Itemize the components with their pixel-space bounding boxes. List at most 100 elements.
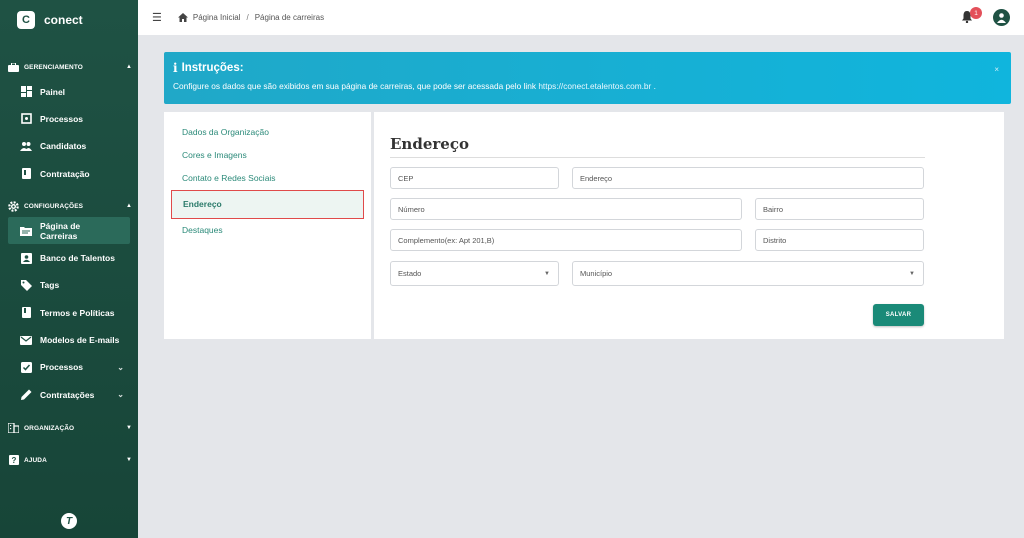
dashboard-icon (20, 86, 32, 98)
chevron-up-icon: ▲ (125, 64, 132, 70)
sidebar-item-label: Painel (40, 86, 66, 97)
process-icon (20, 113, 32, 125)
bairro-field[interactable]: Bairro (755, 198, 924, 220)
sidebar-item-banco-talentos[interactable]: Banco de Talentos (0, 244, 138, 271)
sidebar-item-contratacao[interactable]: Contratação (0, 160, 138, 187)
chevron-down-icon: ⌄ (117, 390, 124, 400)
section-gerenciamento[interactable]: GERENCIAMENTO ▲ (0, 59, 138, 75)
numero-placeholder: Número (398, 204, 425, 214)
menu-item-contato-redes[interactable]: Contato e Redes Sociais (164, 167, 371, 190)
menu-icon[interactable]: ☰ (152, 11, 162, 24)
sidebar-item-label: Contratação (40, 168, 90, 179)
briefcase-icon (8, 62, 19, 72)
cep-placeholder: CEP (398, 173, 414, 183)
sidebar: C conect GERENCIAMENTO ▲ Painel Processo… (0, 0, 138, 538)
form-title: Endereço (390, 135, 469, 153)
address-form: Endereço CEP Endereço Número Bairro Comp… (374, 112, 1004, 339)
section-configuracoes[interactable]: CONFIGURAÇÕES ▲ (0, 198, 138, 214)
chevron-down-icon: ▼ (125, 425, 132, 432)
chevron-down-icon: ▼ (125, 457, 132, 464)
sidebar-item-modelos-emails[interactable]: Modelos de E-mails (0, 326, 138, 353)
checkbox-icon (20, 361, 32, 373)
sidebar-item-label: Termos e Políticas (40, 307, 115, 318)
avatar[interactable] (993, 9, 1010, 26)
dropdown-arrow-icon: ▼ (909, 270, 915, 277)
sidebar-item-candidatos[interactable]: Candidatos (0, 133, 138, 160)
topbar: ☰ Página Inicial / Página de carreiras 1 (138, 0, 1024, 35)
save-button[interactable]: SALVAR (873, 304, 924, 326)
sidebar-item-label: Processos (40, 113, 83, 124)
dropdown-arrow-icon: ▼ (544, 270, 550, 277)
people-icon (20, 140, 32, 152)
section-organizacao[interactable]: ORGANIZAÇÃO ▼ (0, 420, 138, 436)
alert-text: Configure os dados que são exibidos em s… (173, 81, 1002, 91)
divider (390, 157, 925, 158)
contact-card-icon (20, 252, 32, 264)
svg-text:?: ? (11, 456, 16, 465)
cep-field[interactable]: CEP (390, 167, 559, 189)
bairro-placeholder: Bairro (763, 204, 784, 214)
brand[interactable]: C conect (0, 0, 138, 40)
menu-item-destaques[interactable]: Destaques (164, 219, 371, 242)
distrito-field[interactable]: Distrito (755, 229, 924, 251)
numero-field[interactable]: Número (390, 198, 742, 220)
pen-icon (20, 389, 32, 401)
estado-select[interactable]: Estado ▼ (390, 261, 559, 286)
endereco-field[interactable]: Endereço (572, 167, 924, 189)
sidebar-item-pagina-carreiras[interactable]: Página de Carreiras (8, 217, 130, 245)
sidebar-item-label: Tags (40, 280, 60, 291)
brand-logo: C (17, 11, 35, 29)
alert-suffix: . (653, 81, 656, 91)
sidebar-item-label: Processos (40, 362, 83, 373)
municipio-select[interactable]: Município ▼ (572, 261, 924, 286)
complemento-field[interactable]: Complemento(ex: Apt 201,B) (390, 229, 742, 251)
settings-menu: Dados da Organização Cores e Imagens Con… (164, 112, 371, 339)
section-label: CONFIGURAÇÕES (24, 202, 84, 210)
help-icon: ? (8, 455, 19, 466)
gear-icon (8, 200, 19, 212)
sidebar-item-processos-config[interactable]: Processos ⌄ (0, 354, 138, 381)
section-label: GERENCIAMENTO (24, 63, 83, 71)
chevron-up-icon: ▲ (125, 203, 132, 210)
sidebar-item-label: Modelos de E-mails (40, 335, 120, 346)
building-icon (8, 423, 19, 434)
sidebar-item-contratacoes[interactable]: Contratações ⌄ (0, 381, 138, 408)
instructions-alert: i Instruções: Configure os dados que são… (164, 52, 1011, 104)
section-ajuda[interactable]: ? AJUDA ▼ (0, 452, 138, 468)
estado-placeholder: Estado (398, 269, 422, 278)
sidebar-item-tags[interactable]: Tags (0, 272, 138, 299)
notification-badge: 1 (970, 7, 982, 19)
folder-icon (20, 225, 32, 237)
info-icon: i (173, 61, 178, 75)
careers-link[interactable]: https://conect.etalentos.com.br (538, 81, 651, 91)
sidebar-item-processos[interactable]: Processos (0, 105, 138, 132)
breadcrumb-separator: / (246, 13, 249, 22)
sidebar-item-termos[interactable]: Termos e Políticas (0, 299, 138, 326)
breadcrumb-home[interactable]: Página Inicial (193, 13, 241, 22)
menu-item-dados-organizacao[interactable]: Dados da Organização (164, 121, 371, 144)
mail-icon (20, 334, 32, 346)
sidebar-item-label: Banco de Talentos (40, 253, 115, 264)
sidebar-item-label: Página de Carreiras (40, 220, 81, 241)
sidebar-item-label: Candidatos (40, 141, 87, 152)
menu-item-cores-imagens[interactable]: Cores e Imagens (164, 144, 371, 167)
menu-item-endereco[interactable]: Endereço (171, 190, 364, 219)
municipio-placeholder: Município (580, 269, 613, 278)
brand-name: conect (44, 13, 83, 27)
close-icon[interactable]: × (994, 65, 999, 74)
tag-icon (20, 279, 32, 291)
alert-message: Configure os dados que são exibidos em s… (173, 81, 536, 91)
alert-title: i Instruções: (173, 61, 1002, 75)
book-icon (20, 307, 32, 319)
contract-icon (20, 168, 32, 180)
section-label: ORGANIZAÇÃO (24, 424, 75, 432)
complemento-placeholder: Complemento(ex: Apt 201,B) (398, 235, 495, 245)
footer-logo: T (61, 513, 77, 529)
chevron-down-icon: ⌄ (117, 362, 124, 372)
sidebar-item-painel[interactable]: Painel (0, 78, 138, 105)
distrito-placeholder: Distrito (763, 235, 787, 245)
alert-title-text: Instruções: (181, 62, 244, 74)
home-icon[interactable] (177, 13, 188, 22)
endereco-placeholder: Endereço (580, 173, 613, 183)
breadcrumb-current: Página de carreiras (254, 13, 325, 22)
